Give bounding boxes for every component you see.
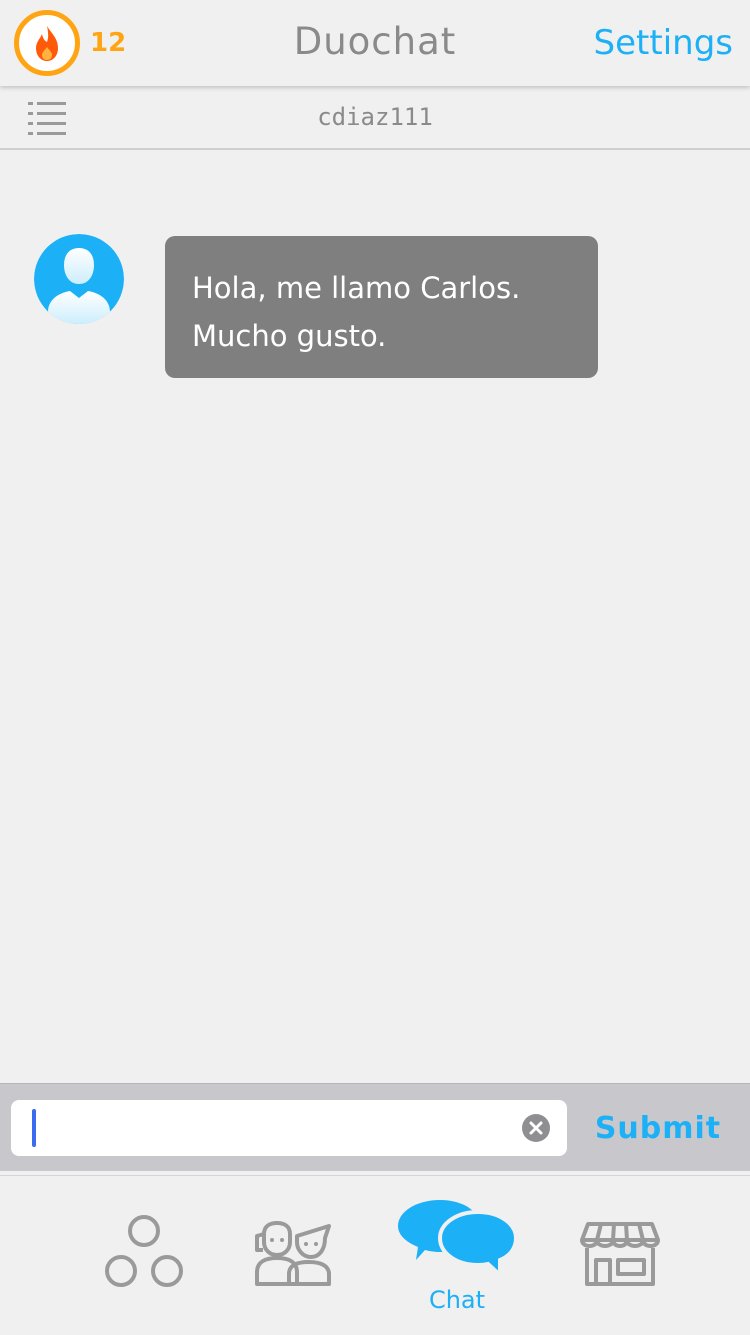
flame-icon <box>36 26 58 61</box>
message-bubble: Hola, me llamo Carlos. Mucho gusto. <box>165 236 598 378</box>
store-icon <box>580 1222 660 1286</box>
tab-store[interactable] <box>570 1176 670 1335</box>
user-avatar-icon <box>34 234 124 324</box>
submit-button[interactable]: Submit <box>586 1100 730 1156</box>
avatar <box>34 234 124 324</box>
streak-count: 12 <box>90 28 127 58</box>
list-menu-icon[interactable] <box>26 100 68 136</box>
tab-circles[interactable] <box>95 1176 195 1335</box>
sub-header: cdiaz111 <box>0 86 750 150</box>
circles-icon <box>105 1215 183 1287</box>
composer-bar: Submit <box>0 1083 750 1171</box>
clear-icon[interactable] <box>522 1114 550 1142</box>
tab-chat[interactable]: Chat <box>396 1176 518 1335</box>
message-input[interactable] <box>11 1100 567 1156</box>
tab-chat-label: Chat <box>428 1286 486 1314</box>
streak-badge[interactable] <box>14 10 80 76</box>
chat-username: cdiaz111 <box>317 103 433 131</box>
top-bar: 12 Duochat Settings <box>0 0 750 86</box>
people-icon <box>255 1221 331 1286</box>
message-line: Mucho gusto. <box>192 319 387 353</box>
text-caret <box>32 1109 36 1147</box>
chat-bubbles-icon <box>398 1200 518 1280</box>
settings-link[interactable]: Settings <box>594 20 733 66</box>
tab-friends[interactable] <box>242 1176 342 1335</box>
tab-bar: Chat <box>0 1175 750 1335</box>
message-line: Hola, me llamo Carlos. <box>192 271 521 305</box>
